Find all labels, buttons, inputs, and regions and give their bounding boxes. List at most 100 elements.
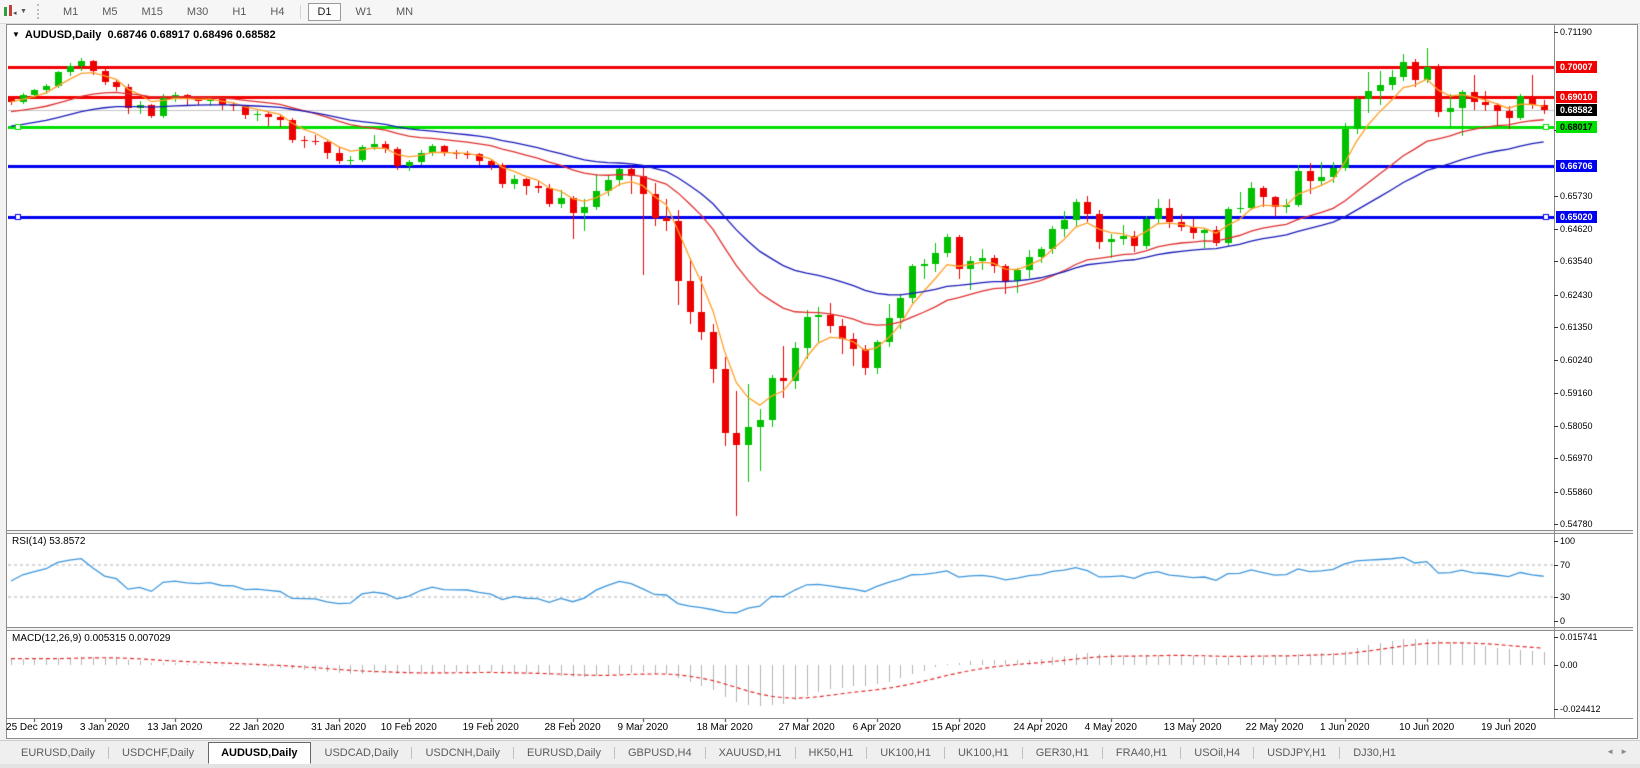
time-axis-label: 18 Mar 2020 [680,722,770,733]
price-tick-label: 0.63540 [1560,256,1593,266]
rsi-tick-mark [1554,597,1558,598]
price-tick-mark [1554,426,1558,427]
timeframe-button-m15[interactable]: M15 [133,3,172,21]
macd-indicator-label: MACD(12,26,9) 0.005315 0.007029 [12,633,170,644]
timeframe-button-m30[interactable]: M30 [178,3,217,21]
rsi-tick-mark [1554,621,1558,622]
chart-title: ▼ AUDUSD,Daily 0.68746 0.68917 0.68496 0.… [12,29,276,41]
tab-audusd-daily[interactable]: AUDUSD,Daily [208,742,310,764]
rsi-tick-label: 30 [1560,592,1570,602]
macd-tick-label: -0.024412 [1560,704,1601,714]
rsi-indicator-label: RSI(14) 53.8572 [12,536,85,547]
price-badge: 0.66706 [1556,160,1597,172]
macd-tick-label: 0.00 [1560,660,1578,670]
time-axis-label: 9 Mar 2020 [598,722,688,733]
price-badge: 0.69010 [1556,91,1597,103]
price-tick-label: 0.55860 [1560,487,1593,497]
time-axis-label: 10 Jun 2020 [1382,722,1472,733]
tab-hk50-h1[interactable]: HK50,H1 [796,743,867,763]
price-tick-mark [1554,261,1558,262]
time-axis-label: 13 May 2020 [1148,722,1238,733]
tab-usdchf-daily[interactable]: USDCHF,Daily [109,743,207,763]
price-tick-label: 0.61350 [1560,322,1593,332]
toolbar-drag-handle[interactable] [37,4,43,19]
price-tick-mark [1554,492,1558,493]
price-tick-label: 0.71190 [1560,27,1592,37]
macd-tick-label: 0.015741 [1560,632,1598,642]
timeframe-button-h1[interactable]: H1 [223,3,255,21]
price-tick-label: 0.59160 [1560,388,1593,398]
tab-eurusd-daily[interactable]: EURUSD,Daily [514,743,614,763]
price-badge: 0.68017 [1556,121,1597,133]
timeframe-button-w1[interactable]: W1 [347,3,382,21]
price-tick-label: 0.62430 [1560,290,1593,300]
price-tick-mark [1554,458,1558,459]
rsi-tick-mark [1554,565,1558,566]
macd-tick-mark [1554,637,1558,638]
timeframe-button-d1[interactable]: D1 [308,3,340,21]
toolbar-separator [300,5,301,19]
price-badge: 0.65020 [1556,211,1597,223]
pane-separator-rsi[interactable] [7,530,1633,534]
price-tick-label: 0.65730 [1560,191,1593,201]
price-tick-label: 0.58050 [1560,421,1593,431]
time-axis-label: 19 Jun 2020 [1464,722,1554,733]
tab-uk100-h1[interactable]: UK100,H1 [945,743,1022,763]
rsi-tick-label: 70 [1560,560,1570,570]
chart-ohlc-values: 0.68746 0.68917 0.68496 0.68582 [107,29,275,41]
price-tick-mark [1554,295,1558,296]
price-tick-mark [1554,327,1558,328]
tab-gbpusd-h4[interactable]: GBPUSD,H4 [615,743,705,763]
rsi-tick-label: 0 [1560,616,1565,626]
time-axis-label: 19 Feb 2020 [446,722,536,733]
tab-usdjpy-h1[interactable]: USDJPY,H1 [1254,743,1339,763]
time-axis-label: 13 Jan 2020 [130,722,220,733]
price-tick-label: 0.64620 [1560,224,1593,234]
timeframe-button-h4[interactable]: H4 [261,3,293,21]
tab-xauusd-h1[interactable]: XAUUSD,H1 [706,743,795,763]
chevron-down-icon[interactable]: ▼ [20,8,27,15]
time-axis-label: 15 Apr 2020 [914,722,1004,733]
price-tick-label: 0.54780 [1560,519,1593,529]
chart-canvas[interactable] [8,25,1554,740]
pane-separator-macd[interactable] [7,627,1633,631]
price-tick-label: 0.60240 [1560,355,1593,365]
tab-usoil-h4[interactable]: USOil,H4 [1181,743,1253,763]
timeframe-button-m1[interactable]: M1 [54,3,87,21]
price-axis-border [1554,25,1555,718]
timeframe-button-m5[interactable]: M5 [93,3,126,21]
rsi-tick-label: 100 [1560,536,1575,546]
time-axis-label: 1 Jun 2020 [1300,722,1390,733]
time-axis-label: 22 Jan 2020 [212,722,302,733]
tab-dj30-h1[interactable]: DJ30,H1 [1340,743,1409,763]
tab-scroll-arrows: ◄► [1606,747,1634,756]
tab-scroll-right-icon[interactable]: ► [1620,747,1634,756]
rsi-tick-mark [1554,541,1558,542]
price-tick-mark [1554,229,1558,230]
chart-tab-bar: EURUSD,DailyUSDCHF,DailyAUDUSD,DailyUSDC… [0,740,1640,765]
candlestick-chart-icon[interactable]: ◂ [2,5,18,19]
price-badge: 0.68582 [1556,104,1597,116]
price-tick-mark [1554,32,1558,33]
timeframe-button-mn[interactable]: MN [387,3,422,21]
tab-scroll-left-icon[interactable]: ◄ [1606,747,1620,756]
time-axis-label: 6 Apr 2020 [832,722,922,733]
tab-fra40-h1[interactable]: FRA40,H1 [1103,743,1180,763]
tab-usdcad-daily[interactable]: USDCAD,Daily [312,743,412,763]
tab-eurusd-daily[interactable]: EURUSD,Daily [8,743,108,763]
chart-symbol-title: AUDUSD,Daily [25,29,101,41]
macd-tick-mark [1554,665,1558,666]
tab-usdcnh-daily[interactable]: USDCNH,Daily [412,743,513,763]
chart-dropdown-icon[interactable]: ▼ [12,30,20,39]
price-tick-mark [1554,524,1558,525]
time-axis-label: 4 May 2020 [1066,722,1156,733]
tab-ger30-h1[interactable]: GER30,H1 [1023,743,1102,763]
time-axis-border [7,718,1633,719]
macd-tick-mark [1554,709,1558,710]
price-tick-mark [1554,196,1558,197]
price-badge: 0.70007 [1556,61,1597,73]
status-strip [0,764,1640,768]
tab-uk100-h1[interactable]: UK100,H1 [867,743,944,763]
price-tick-mark [1554,393,1558,394]
timeframe-toolbar: ◂ ▼ M1 M5 M15 M30 H1 H4 D1 W1 MN [0,0,1640,24]
